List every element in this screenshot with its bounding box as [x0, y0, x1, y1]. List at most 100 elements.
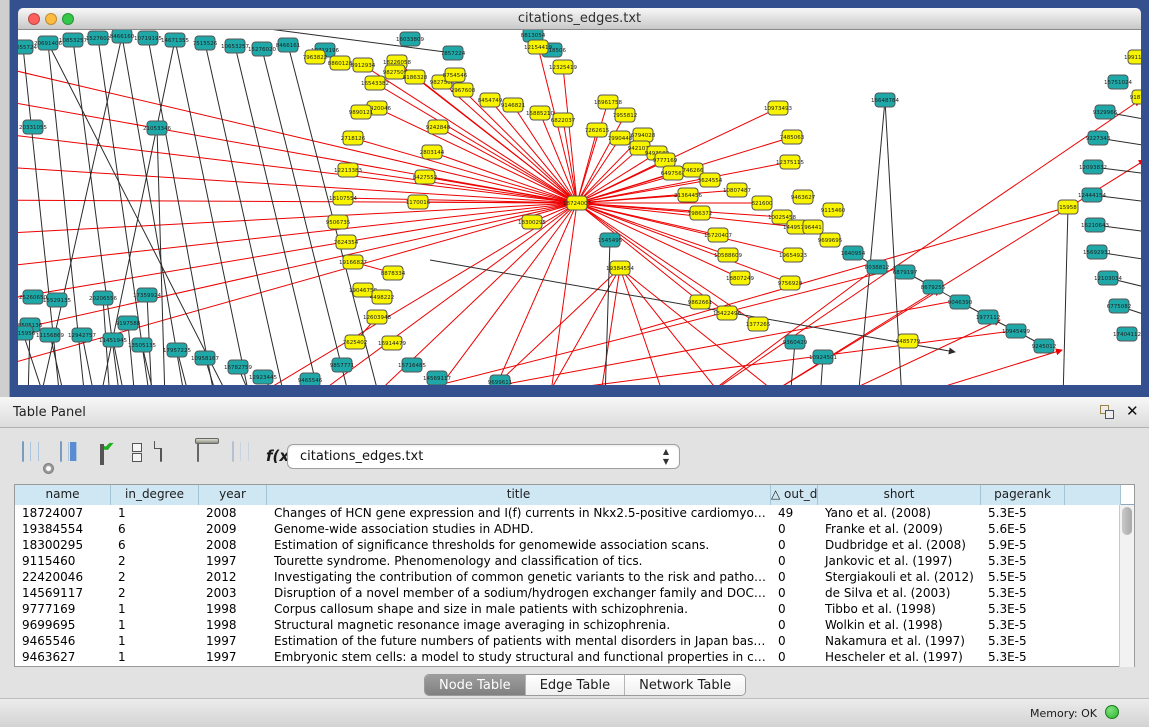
- graph-node-label: 9245012: [1032, 344, 1057, 350]
- network-window-titlebar[interactable]: citations_edges.txt: [18, 8, 1141, 30]
- column-header-title[interactable]: title: [267, 485, 771, 505]
- table-cell: 5.3E-5: [981, 617, 1065, 633]
- table-cell: Tibbo et al. (1998): [818, 601, 981, 617]
- table-row[interactable]: 911546021997Tourette syndrome. Phenomeno…: [15, 553, 1134, 569]
- graph-edge[interactable]: [550, 203, 577, 385]
- graph-edge[interactable]: [148, 38, 215, 385]
- node-table-body: 1872400712008Changes of HCN gene express…: [15, 505, 1134, 665]
- graph-edge[interactable]: [353, 138, 577, 203]
- graph-edge[interactable]: [18, 165, 577, 203]
- graph-node-label: 9485779: [896, 339, 921, 345]
- table-cell: 9463627: [15, 649, 111, 665]
- table-row[interactable]: 1872400712008Changes of HCN gene express…: [15, 505, 1134, 521]
- table-cell: 2012: [199, 569, 267, 585]
- table-cell: 2003: [199, 585, 267, 601]
- graph-node-label: 8038812: [865, 265, 890, 271]
- graph-edge[interactable]: [490, 203, 577, 385]
- table-row[interactable]: 1830029562008Estimation of significance …: [15, 537, 1134, 553]
- graph-edge[interactable]: [128, 323, 135, 385]
- float-panel-icon[interactable]: [1100, 405, 1116, 421]
- table-row[interactable]: 946554611997Estimation of the future num…: [15, 633, 1134, 649]
- table-cell: 0: [771, 569, 818, 585]
- table-cell: 22420046: [15, 569, 111, 585]
- table-selector-dropdown[interactable]: citations_edges.txt ▲▼: [287, 444, 680, 469]
- graph-edge[interactable]: [858, 100, 885, 385]
- node-table: namein_degreeyeartitle△ out_de…shortpage…: [14, 484, 1135, 667]
- delete-table-icon[interactable]: [194, 442, 222, 470]
- tab-edge-table[interactable]: Edge Table: [526, 675, 625, 696]
- graph-edge[interactable]: [18, 203, 577, 375]
- column-header-in_degree[interactable]: in_degree: [111, 485, 199, 505]
- graph-edge[interactable]: [640, 207, 1068, 330]
- graph-edge[interactable]: [420, 300, 960, 385]
- graph-node-label: 7963822: [303, 55, 328, 61]
- table-cell: 9777169: [15, 601, 111, 617]
- table-cell: Franke et al. (2009): [818, 521, 981, 537]
- graph-edge[interactable]: [235, 46, 320, 385]
- graph-edge[interactable]: [430, 203, 577, 385]
- graph-node-label: 17404112: [1113, 332, 1141, 338]
- graph-edge[interactable]: [605, 240, 610, 385]
- table-cell: Estimation of significance thresholds fo…: [267, 537, 771, 553]
- graph-edge[interactable]: [18, 203, 577, 235]
- network-graph-canvas[interactable]: 2405572420691406108532571527602846616010…: [18, 30, 1141, 385]
- show-columns-icon[interactable]: [60, 442, 88, 470]
- table-cell: 5.9E-5: [981, 537, 1065, 553]
- column-header-pagerank[interactable]: pagerank: [981, 485, 1065, 505]
- graph-edge[interactable]: [157, 128, 165, 385]
- scrollbar-thumb[interactable]: [1122, 507, 1132, 535]
- graph-edge[interactable]: [480, 330, 1020, 385]
- graph-node-label: 12375115: [776, 160, 804, 166]
- table-vertical-scrollbar[interactable]: [1119, 505, 1134, 667]
- graph-node-label: 8860128: [328, 61, 353, 67]
- graph-edge[interactable]: [1063, 207, 1068, 385]
- table-cell: 5.3E-5: [981, 601, 1065, 617]
- graph-node-label: 8679255: [921, 285, 946, 291]
- table-row[interactable]: 1456911722003Disruption of a novel membe…: [15, 585, 1134, 601]
- graph-edge[interactable]: [122, 36, 185, 385]
- table-mode-icon[interactable]: [22, 442, 50, 470]
- graph-node-label: 12103034: [1094, 276, 1122, 282]
- graph-edge[interactable]: [620, 268, 725, 385]
- graph-node-label: 1977112: [976, 315, 1001, 321]
- import-table-icon: [232, 442, 260, 470]
- graph-edge[interactable]: [175, 40, 250, 385]
- table-row[interactable]: 2242004622012Investigating the contribut…: [15, 569, 1134, 585]
- graph-node-label: 16210643: [1081, 223, 1109, 229]
- column-header-out_de[interactable]: △ out_de…: [771, 485, 818, 505]
- table-cell: [1065, 553, 1121, 569]
- table-row[interactable]: 1938455462009Genome-wide association stu…: [15, 521, 1134, 537]
- graph-node-label: 9699695: [818, 238, 843, 244]
- graph-node-label: 13422496: [713, 311, 741, 317]
- row-height-icon[interactable]: [126, 442, 154, 470]
- memory-ok-indicator: [1105, 705, 1119, 719]
- graph-node-label: 17359924: [133, 293, 161, 299]
- column-header-name[interactable]: name: [15, 485, 111, 505]
- create-table-icon[interactable]: [158, 442, 186, 470]
- graph-node-label: 15751024: [1104, 80, 1132, 86]
- table-cell: [1065, 633, 1121, 649]
- table-cell: Structural magnetic resonance image aver…: [267, 617, 771, 633]
- graph-edge[interactable]: [830, 320, 1000, 385]
- graph-node-label: 2718126: [341, 136, 366, 142]
- column-header-short[interactable]: short: [818, 485, 981, 505]
- table-row[interactable]: 969969511998Structural magnetic resonanc…: [15, 617, 1134, 633]
- table-row[interactable]: 946362711997Embryonic stem cells: a mode…: [15, 649, 1134, 665]
- column-header-year[interactable]: year: [199, 485, 267, 505]
- graph-node-label: 7986372: [688, 211, 713, 217]
- table-cell: [1065, 569, 1121, 585]
- close-panel-icon[interactable]: ✕: [1126, 402, 1139, 420]
- column-header-spacer[interactable]: [1065, 485, 1121, 505]
- citation-network-graph[interactable]: 2405572420691406108532571527602846616010…: [18, 30, 1141, 385]
- graph-node-label: 12603948: [363, 315, 391, 321]
- graph-node-label: 1170016: [406, 200, 431, 206]
- tab-network-table[interactable]: Network Table: [625, 675, 745, 696]
- graph-edge[interactable]: [480, 268, 620, 385]
- table-cell: de Silva et al. (2003): [818, 585, 981, 601]
- select-all-icon[interactable]: [100, 445, 128, 473]
- graph-node-label: 8454749: [478, 98, 503, 104]
- graph-node-label: 21053346: [143, 126, 171, 132]
- tab-node-table[interactable]: Node Table: [425, 675, 526, 696]
- table-row[interactable]: 977716911998Corpus callosum shape and si…: [15, 601, 1134, 617]
- table-panel-title: Table Panel: [13, 405, 86, 420]
